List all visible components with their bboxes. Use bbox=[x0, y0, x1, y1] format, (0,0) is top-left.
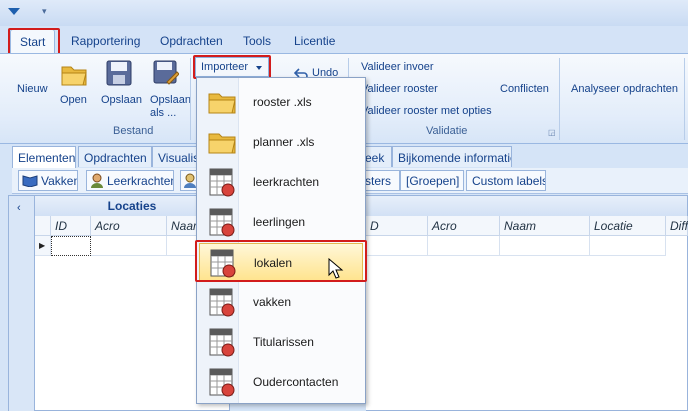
group-separator bbox=[559, 58, 560, 140]
menu-item-label: leerkrachten bbox=[253, 175, 320, 189]
menu-item-label: leerlingen bbox=[253, 215, 306, 229]
new-button[interactable]: Nieuw bbox=[17, 83, 48, 96]
spreadsheet-icon bbox=[209, 208, 235, 237]
valideer-rooster-opties-button[interactable]: Valideer rooster met opties bbox=[361, 105, 492, 118]
book-icon bbox=[22, 175, 38, 187]
valideer-rooster-button[interactable]: Valideer rooster bbox=[361, 83, 438, 96]
menu-item-vakken[interactable]: vakken bbox=[199, 283, 363, 321]
folder-icon bbox=[208, 133, 236, 154]
menu-item-leerkrachten[interactable]: leerkrachten bbox=[199, 163, 363, 201]
spreadsheet-icon bbox=[209, 168, 235, 197]
table-cell[interactable] bbox=[590, 236, 666, 256]
group-separator bbox=[684, 58, 685, 140]
importeer-label: Importeer bbox=[201, 61, 249, 73]
open-button[interactable]: Open bbox=[60, 94, 87, 107]
save-as-button[interactable]: Opslaan als ... bbox=[150, 94, 191, 120]
title-bar: ▾ bbox=[0, 0, 688, 26]
custom-labels-button[interactable]: Custom labels bbox=[466, 170, 546, 191]
tab-partial[interactable]: eek bbox=[362, 146, 392, 167]
menu-item-label: vakken bbox=[253, 295, 292, 309]
column-header-naam[interactable]: Naam bbox=[500, 216, 590, 236]
groepen-button[interactable]: [Groepen] bbox=[400, 170, 464, 191]
app-menu-arrow-icon[interactable] bbox=[8, 8, 20, 15]
column-header-acro[interactable]: Acro bbox=[428, 216, 500, 236]
current-row-arrow-icon: ▶ bbox=[35, 236, 51, 256]
ribbon-tabs: Start Rapportering Opdrachten Tools Lice… bbox=[0, 26, 688, 54]
column-header-id[interactable]: D bbox=[366, 216, 428, 236]
conflicten-button[interactable]: Conflicten bbox=[500, 83, 549, 96]
mouse-cursor-icon bbox=[328, 258, 344, 279]
menu-item-label: planner .xls bbox=[253, 135, 315, 149]
save-button[interactable]: Opslaan bbox=[101, 94, 142, 107]
roosters-button[interactable]: sters bbox=[362, 170, 400, 191]
table-cell[interactable] bbox=[366, 236, 428, 256]
analyseer-opdrachten-button[interactable]: Analyseer opdrachten bbox=[571, 83, 678, 96]
people-icon bbox=[184, 173, 196, 188]
menu-item-rooster-xls[interactable]: rooster .xls bbox=[199, 83, 363, 121]
importeer-menu: rooster .xls planner .xls leerkrachten l… bbox=[196, 77, 366, 404]
vakken-label: Vakken bbox=[41, 174, 78, 188]
grid-title-bar bbox=[366, 196, 687, 216]
tab-licentie[interactable]: Licentie bbox=[294, 34, 335, 48]
table-cell[interactable] bbox=[51, 236, 91, 256]
table-cell[interactable] bbox=[428, 236, 500, 256]
tab-opdrachten-panel[interactable]: Opdrachten bbox=[78, 146, 152, 167]
chevron-left-icon[interactable]: ‹ bbox=[17, 202, 21, 214]
tab-elementen[interactable]: Elementen bbox=[12, 146, 76, 168]
collapse-strip[interactable]: ‹ bbox=[9, 196, 35, 411]
menu-item-label: Oudercontacten bbox=[253, 375, 339, 389]
dialog-launcher-icon[interactable]: ◲ bbox=[548, 128, 556, 137]
spreadsheet-icon bbox=[209, 368, 235, 397]
column-header-locatie[interactable]: Locatie bbox=[590, 216, 666, 236]
table-cell[interactable] bbox=[91, 236, 167, 256]
leerkrachten-label: Leerkrachten bbox=[107, 174, 174, 188]
menu-item-label: Titularissen bbox=[253, 335, 314, 349]
validatie-group-caption: Validatie bbox=[426, 125, 468, 137]
valideer-invoer-button[interactable]: Valideer invoer bbox=[361, 61, 434, 74]
save-as-icon[interactable] bbox=[153, 60, 179, 86]
tab-tools[interactable]: Tools bbox=[243, 34, 271, 48]
chevron-down-icon bbox=[256, 66, 262, 70]
menu-item-leerlingen[interactable]: leerlingen bbox=[199, 203, 363, 241]
menu-item-label: rooster .xls bbox=[253, 95, 312, 109]
spreadsheet-icon bbox=[210, 249, 236, 278]
save-disk-icon[interactable] bbox=[106, 60, 132, 86]
menu-item-oudercontacten[interactable]: Oudercontacten bbox=[199, 363, 363, 401]
quick-access-more-icon[interactable]: ▾ bbox=[42, 6, 47, 17]
menu-item-planner-xls[interactable]: planner .xls bbox=[199, 123, 363, 161]
row-header-corner bbox=[35, 216, 51, 236]
tab-bijkomende-informatie[interactable]: Bijkomende informatie bbox=[392, 146, 512, 167]
group-separator bbox=[190, 58, 191, 140]
folder-icon bbox=[208, 93, 236, 114]
spreadsheet-icon bbox=[209, 288, 235, 317]
right-grid: D Acro Naam Locatie Diff bbox=[366, 195, 688, 411]
tab-visualisatie[interactable]: Visualisa bbox=[152, 146, 198, 167]
person-icon bbox=[91, 173, 103, 188]
menu-item-label: lokalen bbox=[254, 256, 293, 270]
column-header-diff[interactable]: Diff bbox=[666, 216, 688, 236]
tab-rapportering[interactable]: Rapportering bbox=[71, 34, 140, 48]
column-header-acro[interactable]: Acro bbox=[91, 216, 167, 236]
spreadsheet-icon bbox=[209, 328, 235, 357]
menu-item-titularissen[interactable]: Titularissen bbox=[199, 323, 363, 361]
table-cell[interactable] bbox=[500, 236, 590, 256]
bestand-group-caption: Bestand bbox=[113, 125, 154, 137]
tab-opdrachten[interactable]: Opdrachten bbox=[160, 34, 223, 48]
column-header-id[interactable]: ID bbox=[51, 216, 91, 236]
open-folder-icon[interactable] bbox=[60, 61, 88, 87]
importeer-dropdown-button[interactable]: Importeer bbox=[195, 57, 269, 77]
tab-start[interactable]: Start bbox=[10, 29, 56, 54]
